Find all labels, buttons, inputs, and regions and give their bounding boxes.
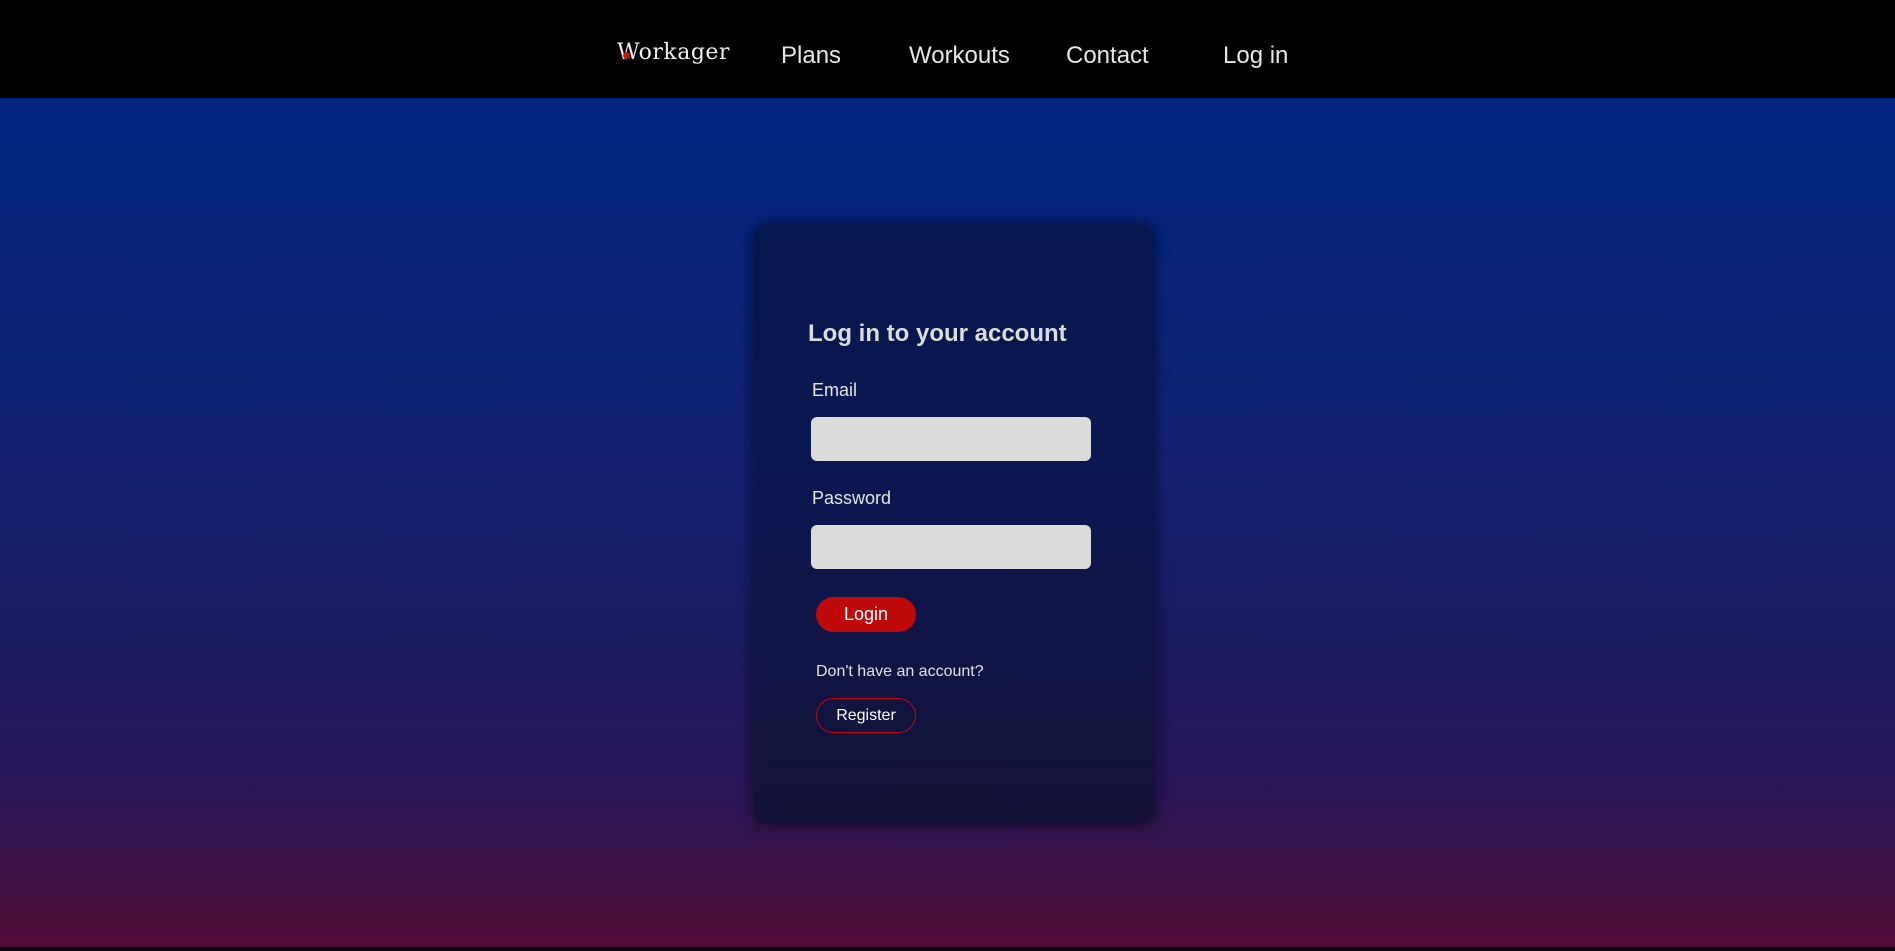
register-prompt-text: Don't have an account? xyxy=(816,663,984,680)
login-card xyxy=(754,224,1154,824)
password-field[interactable] xyxy=(811,525,1091,569)
brand-logo-link[interactable]: Workager xyxy=(617,40,730,65)
email-label: Email xyxy=(812,380,858,400)
login-card-title: Log in to your account xyxy=(808,320,1067,347)
nav-link-workouts[interactable]: Workouts xyxy=(909,42,1010,70)
nav-link-login[interactable]: Log in xyxy=(1223,42,1288,70)
password-label: Password xyxy=(812,488,892,508)
email-field[interactable] xyxy=(811,417,1091,461)
top-navbar: Workager Plans Workouts Contact Log in xyxy=(0,0,1895,98)
login-button[interactable]: Login xyxy=(816,597,916,632)
logo-dot-icon xyxy=(623,52,630,59)
nav-link-contact[interactable]: Contact xyxy=(1066,42,1149,70)
register-button[interactable]: Register xyxy=(816,698,916,733)
bottom-divider xyxy=(0,947,1895,951)
nav-link-plans[interactable]: Plans xyxy=(781,42,841,70)
